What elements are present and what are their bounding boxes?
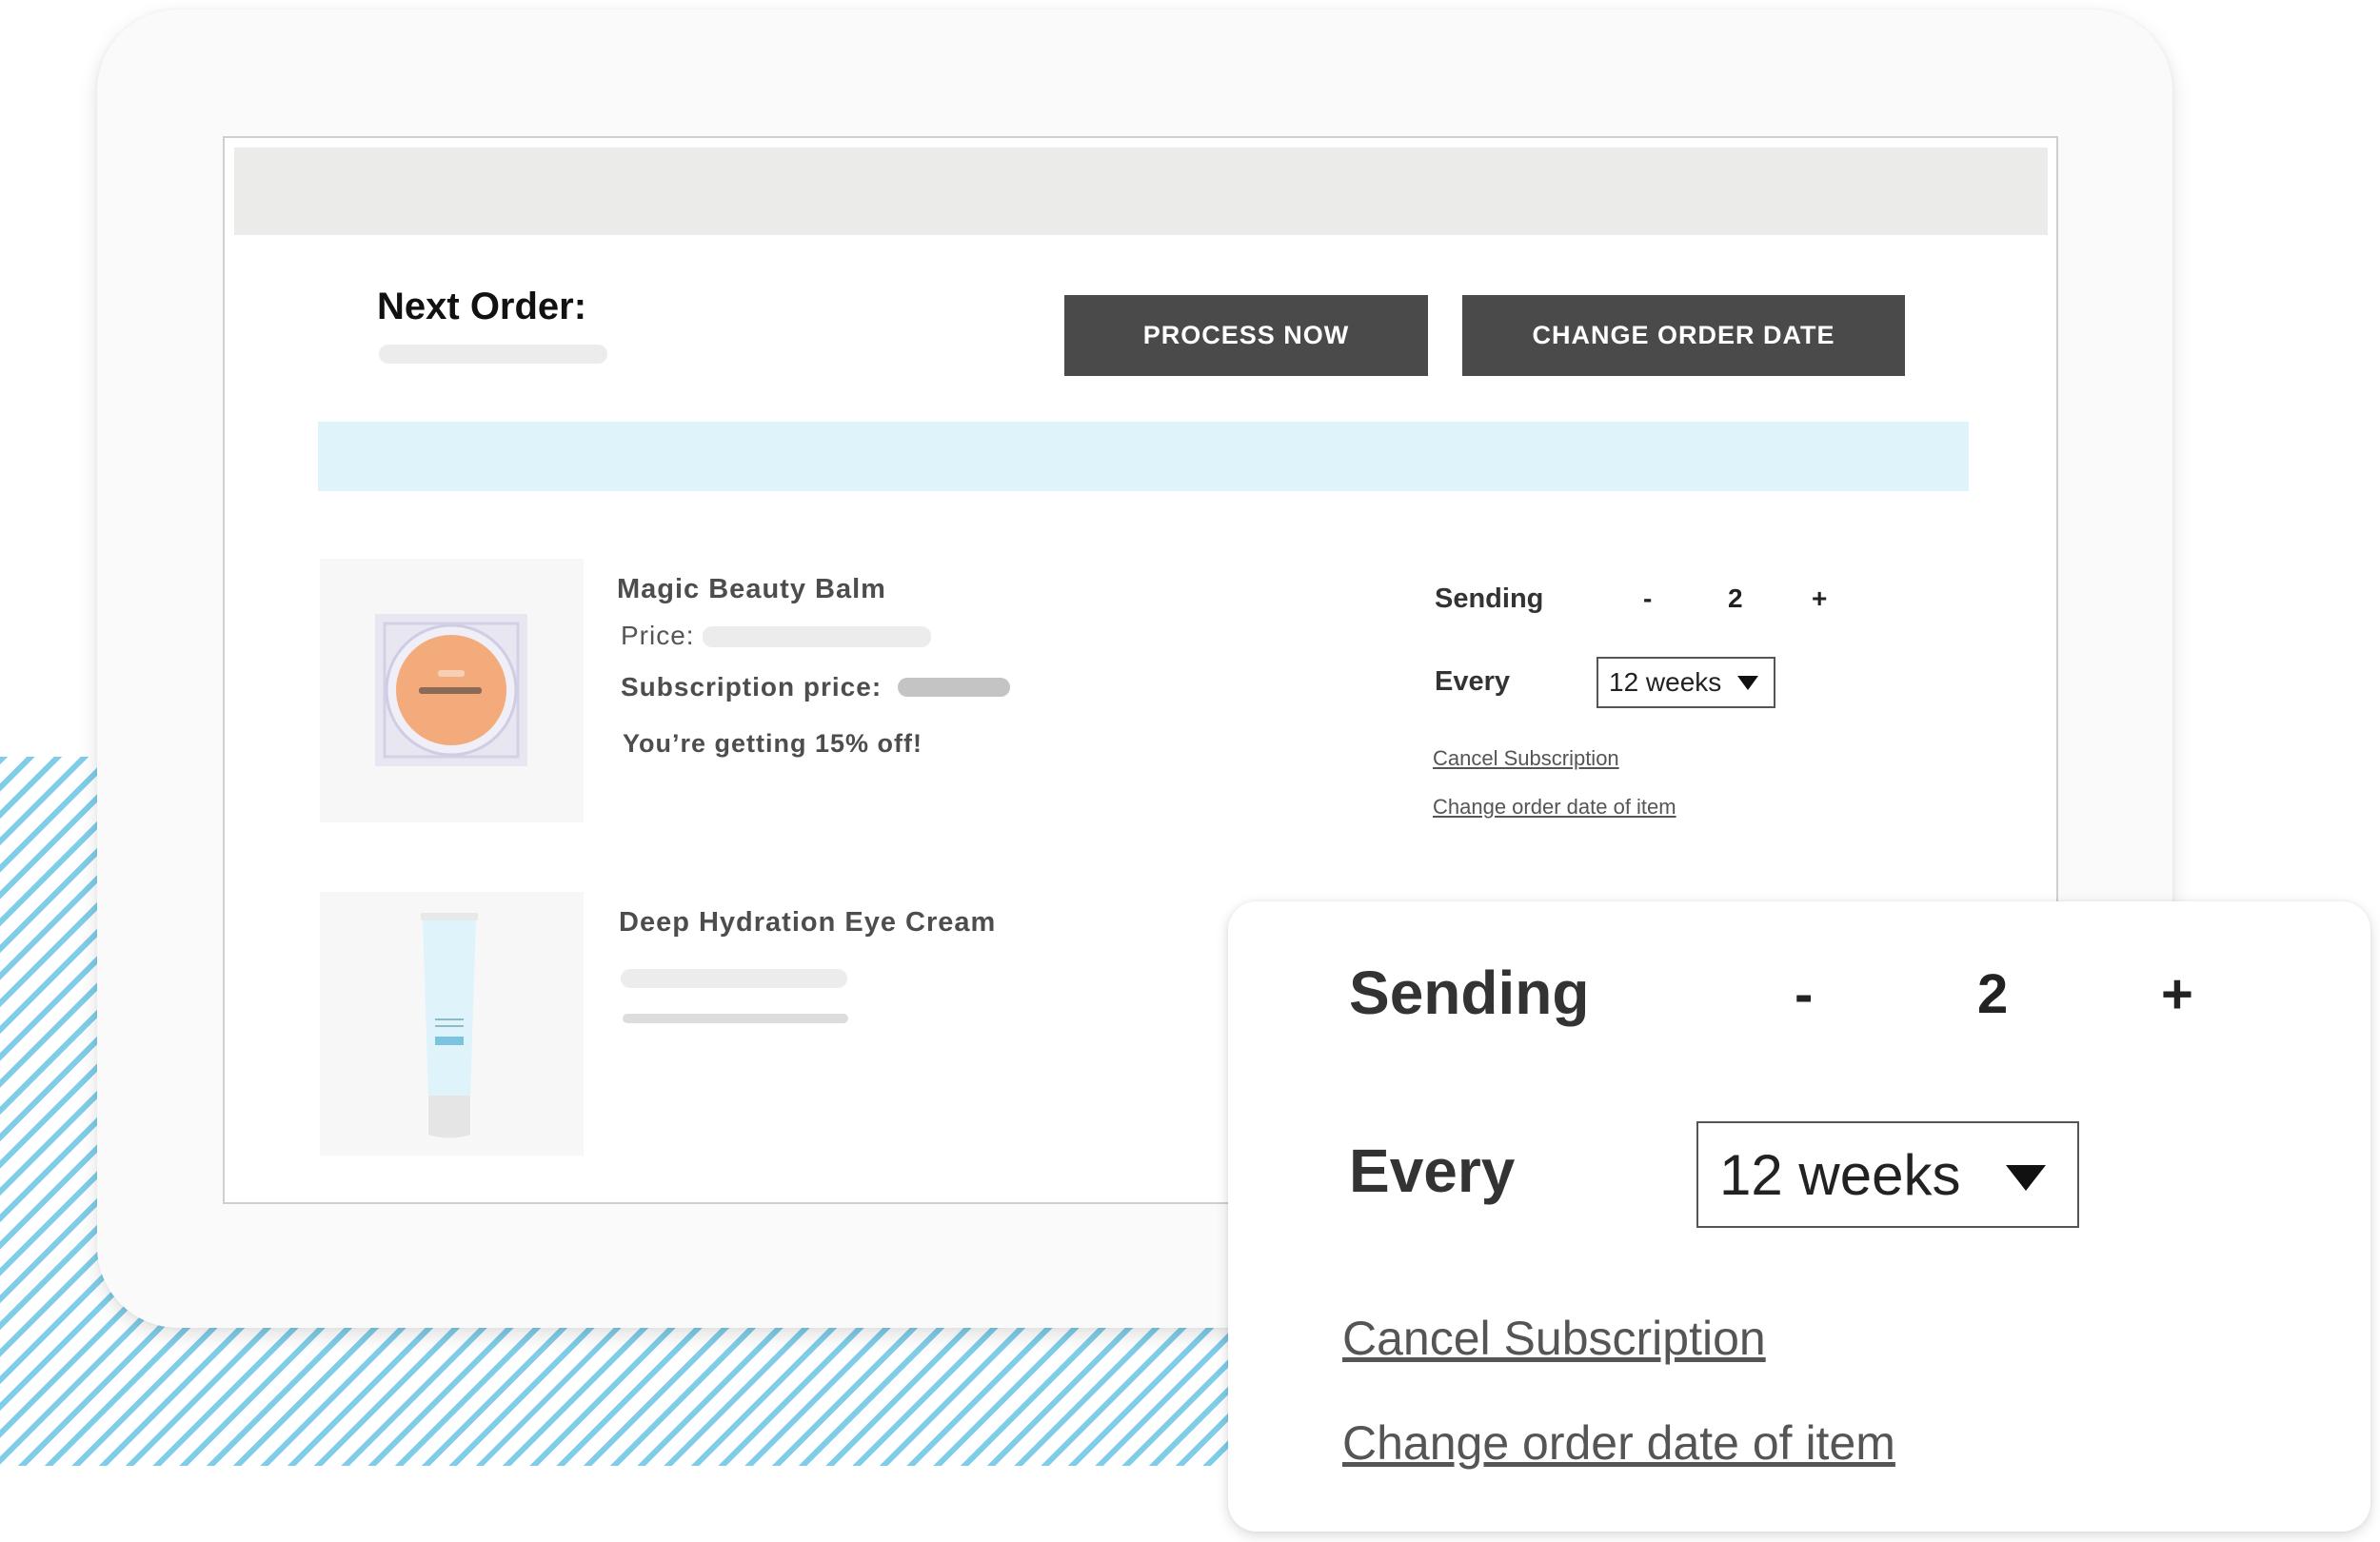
process-now-button[interactable]: PROCESS NOW: [1064, 295, 1428, 376]
frequency-select-zoomed[interactable]: 12 weeks: [1696, 1121, 2079, 1228]
change-item-date-link[interactable]: Change order date of item: [1433, 795, 1676, 820]
quantity-decrement-button[interactable]: -: [1643, 583, 1652, 614]
frequency-value: 12 weeks: [1609, 667, 1722, 697]
product-detail-placeholder: [621, 969, 847, 988]
cancel-subscription-link[interactable]: Cancel Subscription: [1433, 746, 1619, 771]
discount-text: You’re getting 15% off!: [623, 729, 923, 758]
quantity-decrement-button-zoomed[interactable]: -: [1795, 962, 1813, 1026]
sending-label-zoomed: Sending: [1349, 959, 1590, 1027]
cancel-subscription-link-zoomed[interactable]: Cancel Subscription: [1342, 1311, 1766, 1366]
caret-down-icon: [1737, 676, 1758, 690]
change-order-date-button[interactable]: CHANGE ORDER DATE: [1462, 295, 1905, 376]
quantity-value: 2: [1728, 583, 1743, 613]
info-banner: [318, 422, 1969, 491]
product-name[interactable]: Magic Beauty Balm: [617, 574, 886, 605]
price-label: Price:: [621, 621, 695, 650]
sending-label: Sending: [1435, 583, 1544, 614]
eye-cream-tube-icon: [421, 913, 478, 1138]
price-placeholder: [703, 626, 931, 647]
product-image-balm[interactable]: [320, 559, 584, 822]
quantity-increment-button[interactable]: +: [1812, 583, 1827, 614]
product-name[interactable]: Deep Hydration Eye Cream: [619, 907, 996, 939]
beauty-balm-icon: [375, 614, 527, 766]
product-image-eye-cream[interactable]: [320, 892, 584, 1156]
caret-down-icon: [2006, 1165, 2046, 1191]
next-order-title: Next Order:: [377, 286, 587, 327]
change-item-date-link-zoomed[interactable]: Change order date of item: [1342, 1415, 1895, 1471]
frequency-value-zoomed: 12 weeks: [1719, 1142, 1961, 1207]
next-order-date-placeholder: [379, 345, 607, 364]
every-label: Every: [1435, 666, 1511, 697]
page-header-bar: [234, 148, 2048, 235]
subscription-price-placeholder: [898, 678, 1010, 697]
frequency-select[interactable]: 12 weeks: [1597, 657, 1775, 708]
quantity-increment-button-zoomed[interactable]: +: [2161, 962, 2193, 1026]
quantity-value-zoomed: 2: [1977, 963, 2009, 1025]
subscription-price-label: Subscription price:: [621, 672, 883, 702]
every-label-zoomed: Every: [1349, 1137, 1516, 1205]
product-detail-placeholder: [623, 1014, 848, 1023]
